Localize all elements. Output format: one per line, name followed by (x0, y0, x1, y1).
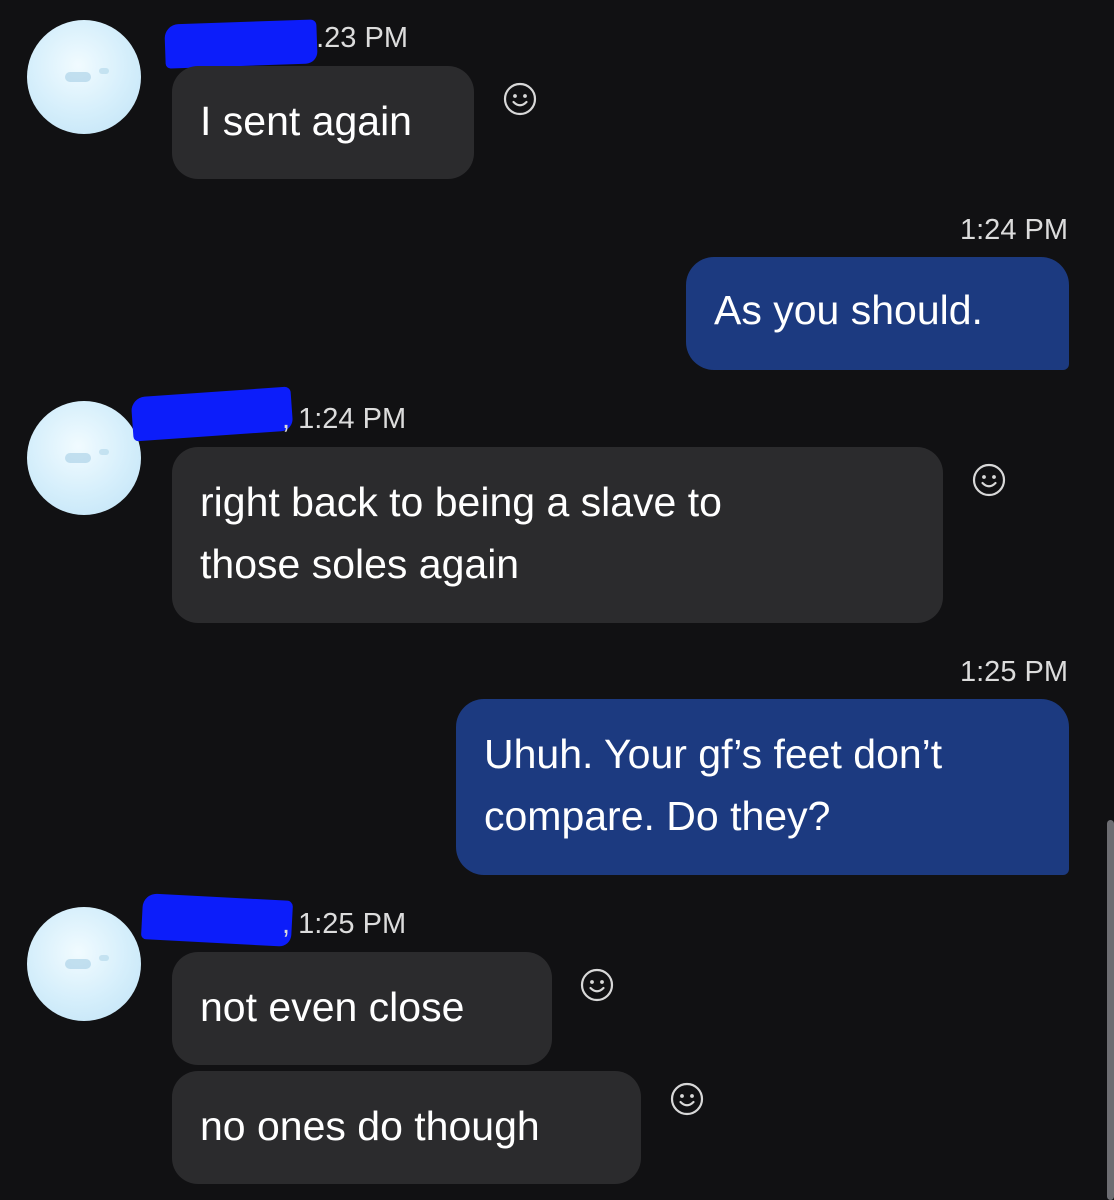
message-text-line: those soles again (200, 541, 520, 587)
message-bubble[interactable]: Uhuh. Your gf’s feet don’t compare. Do t… (456, 699, 1069, 875)
message-text: I sent again (200, 98, 412, 144)
smiley-face-icon[interactable] (972, 463, 1006, 497)
name-redaction (130, 386, 294, 442)
avatar-smudge (65, 959, 91, 969)
avatar-smudge (99, 68, 109, 74)
avatar-smudge (65, 453, 91, 463)
message-text: As you should. (714, 287, 983, 333)
message-bubble[interactable]: not even close (172, 952, 552, 1065)
message-bubble[interactable]: right back to being a slave to those sol… (172, 447, 943, 623)
message-bubble[interactable]: no ones do though (172, 1071, 641, 1184)
avatar-smudge (99, 449, 109, 455)
smiley-face-icon[interactable] (503, 82, 537, 116)
message-timestamp: .23 PM (300, 22, 408, 54)
contact-avatar[interactable] (27, 401, 141, 515)
message-text-line: right back to being a slave to (200, 479, 722, 525)
name-redaction (164, 19, 318, 69)
message-timestamp: 1:24 PM (960, 214, 1068, 246)
message-text-line: Uhuh. Your gf’s feet don’t (484, 731, 943, 777)
scrollbar[interactable] (1107, 820, 1114, 1200)
name-redaction (140, 893, 294, 947)
avatar-smudge (65, 72, 91, 82)
smiley-face-icon[interactable] (670, 1082, 704, 1116)
message-text-line: compare. Do they? (484, 793, 831, 839)
message-timestamp: , 1:24 PM (282, 403, 407, 435)
avatar-smudge (99, 955, 109, 961)
message-timestamp: 1:25 PM (960, 656, 1068, 688)
message-bubble[interactable]: I sent again (172, 66, 474, 179)
message-bubble[interactable]: As you should. (686, 257, 1069, 370)
message-timestamp: , 1:25 PM (282, 908, 407, 940)
smiley-face-icon[interactable] (580, 968, 614, 1002)
contact-avatar[interactable] (27, 907, 141, 1021)
contact-avatar[interactable] (27, 20, 141, 134)
message-text: no ones do though (200, 1103, 540, 1149)
message-text: not even close (200, 984, 465, 1030)
